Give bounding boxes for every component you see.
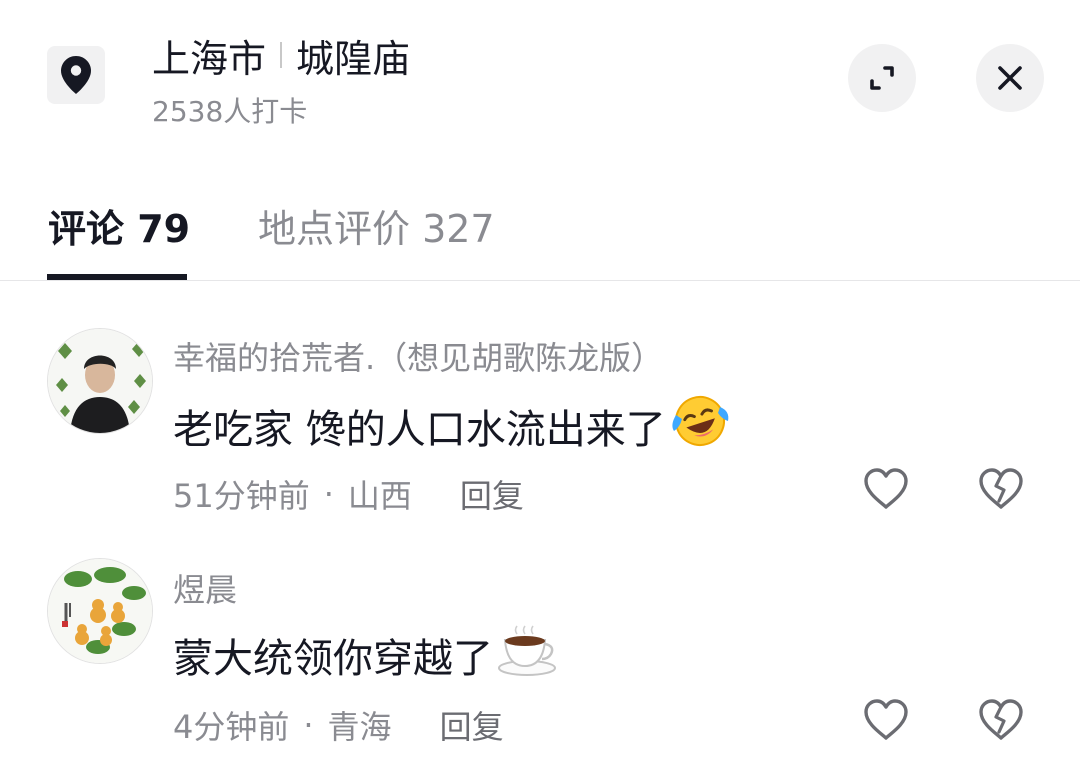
- title-separator: [280, 42, 283, 68]
- reply-button[interactable]: 回复: [440, 702, 504, 748]
- like-button[interactable]: [862, 698, 910, 742]
- comment-region: 山西: [347, 477, 412, 515]
- comment-text-content: 老吃家 馋的人口水流出来了: [173, 407, 666, 453]
- location-title: 上海市 城隍庙: [152, 30, 411, 81]
- comment-time: 4分钟前: [173, 708, 290, 746]
- like-button[interactable]: [862, 467, 910, 511]
- close-button[interactable]: [976, 44, 1044, 112]
- heart-icon: [864, 468, 908, 509]
- expand-button[interactable]: [848, 44, 916, 112]
- checkin-count: 2538人打卡: [152, 95, 308, 128]
- comment-meta: 4分钟前 · 青海 回复: [173, 702, 504, 748]
- expand-icon: [870, 66, 894, 90]
- coffee-cup-emoji-icon: [497, 624, 557, 686]
- comment-text: 蒙大统领你穿越了: [173, 624, 557, 686]
- laughing-crying-emoji-icon: [670, 393, 730, 459]
- comment-meta: 51分钟前 · 山西 回复: [173, 471, 524, 517]
- heart-icon: [864, 699, 908, 740]
- place-name: 城隍庙: [296, 36, 411, 81]
- tab-bar: 评论 79 地点评价 327: [0, 190, 1080, 281]
- meta-separator: ·: [323, 475, 334, 513]
- close-icon: [998, 66, 1022, 90]
- broken-heart-icon: [979, 699, 1023, 740]
- divider: [0, 280, 1080, 281]
- comment-time: 51分钟前: [173, 477, 310, 515]
- tab-comments[interactable]: 评论 79: [48, 198, 190, 253]
- comment-text-content: 蒙大统领你穿越了: [173, 636, 493, 682]
- dislike-button[interactable]: [977, 467, 1025, 511]
- broken-heart-icon: [979, 468, 1023, 509]
- tab-place-reviews[interactable]: 地点评价 327: [258, 198, 495, 253]
- reply-button[interactable]: 回复: [460, 471, 524, 517]
- comment-username[interactable]: 幸福的拾荒者.（想见胡歌陈龙版）: [173, 333, 663, 379]
- avatar[interactable]: [47, 558, 153, 664]
- comment-username[interactable]: 煜晨: [173, 565, 237, 611]
- dislike-button[interactable]: [977, 698, 1025, 742]
- comment-text: 老吃家 馋的人口水流出来了: [173, 393, 730, 459]
- comment-region: 青海: [327, 708, 392, 746]
- location-pin-icon: [47, 46, 105, 104]
- avatar[interactable]: [47, 328, 153, 434]
- location-header: 上海市 城隍庙 2538人打卡: [0, 0, 1080, 150]
- city-name: 上海市: [152, 36, 267, 81]
- meta-separator: ·: [303, 706, 314, 744]
